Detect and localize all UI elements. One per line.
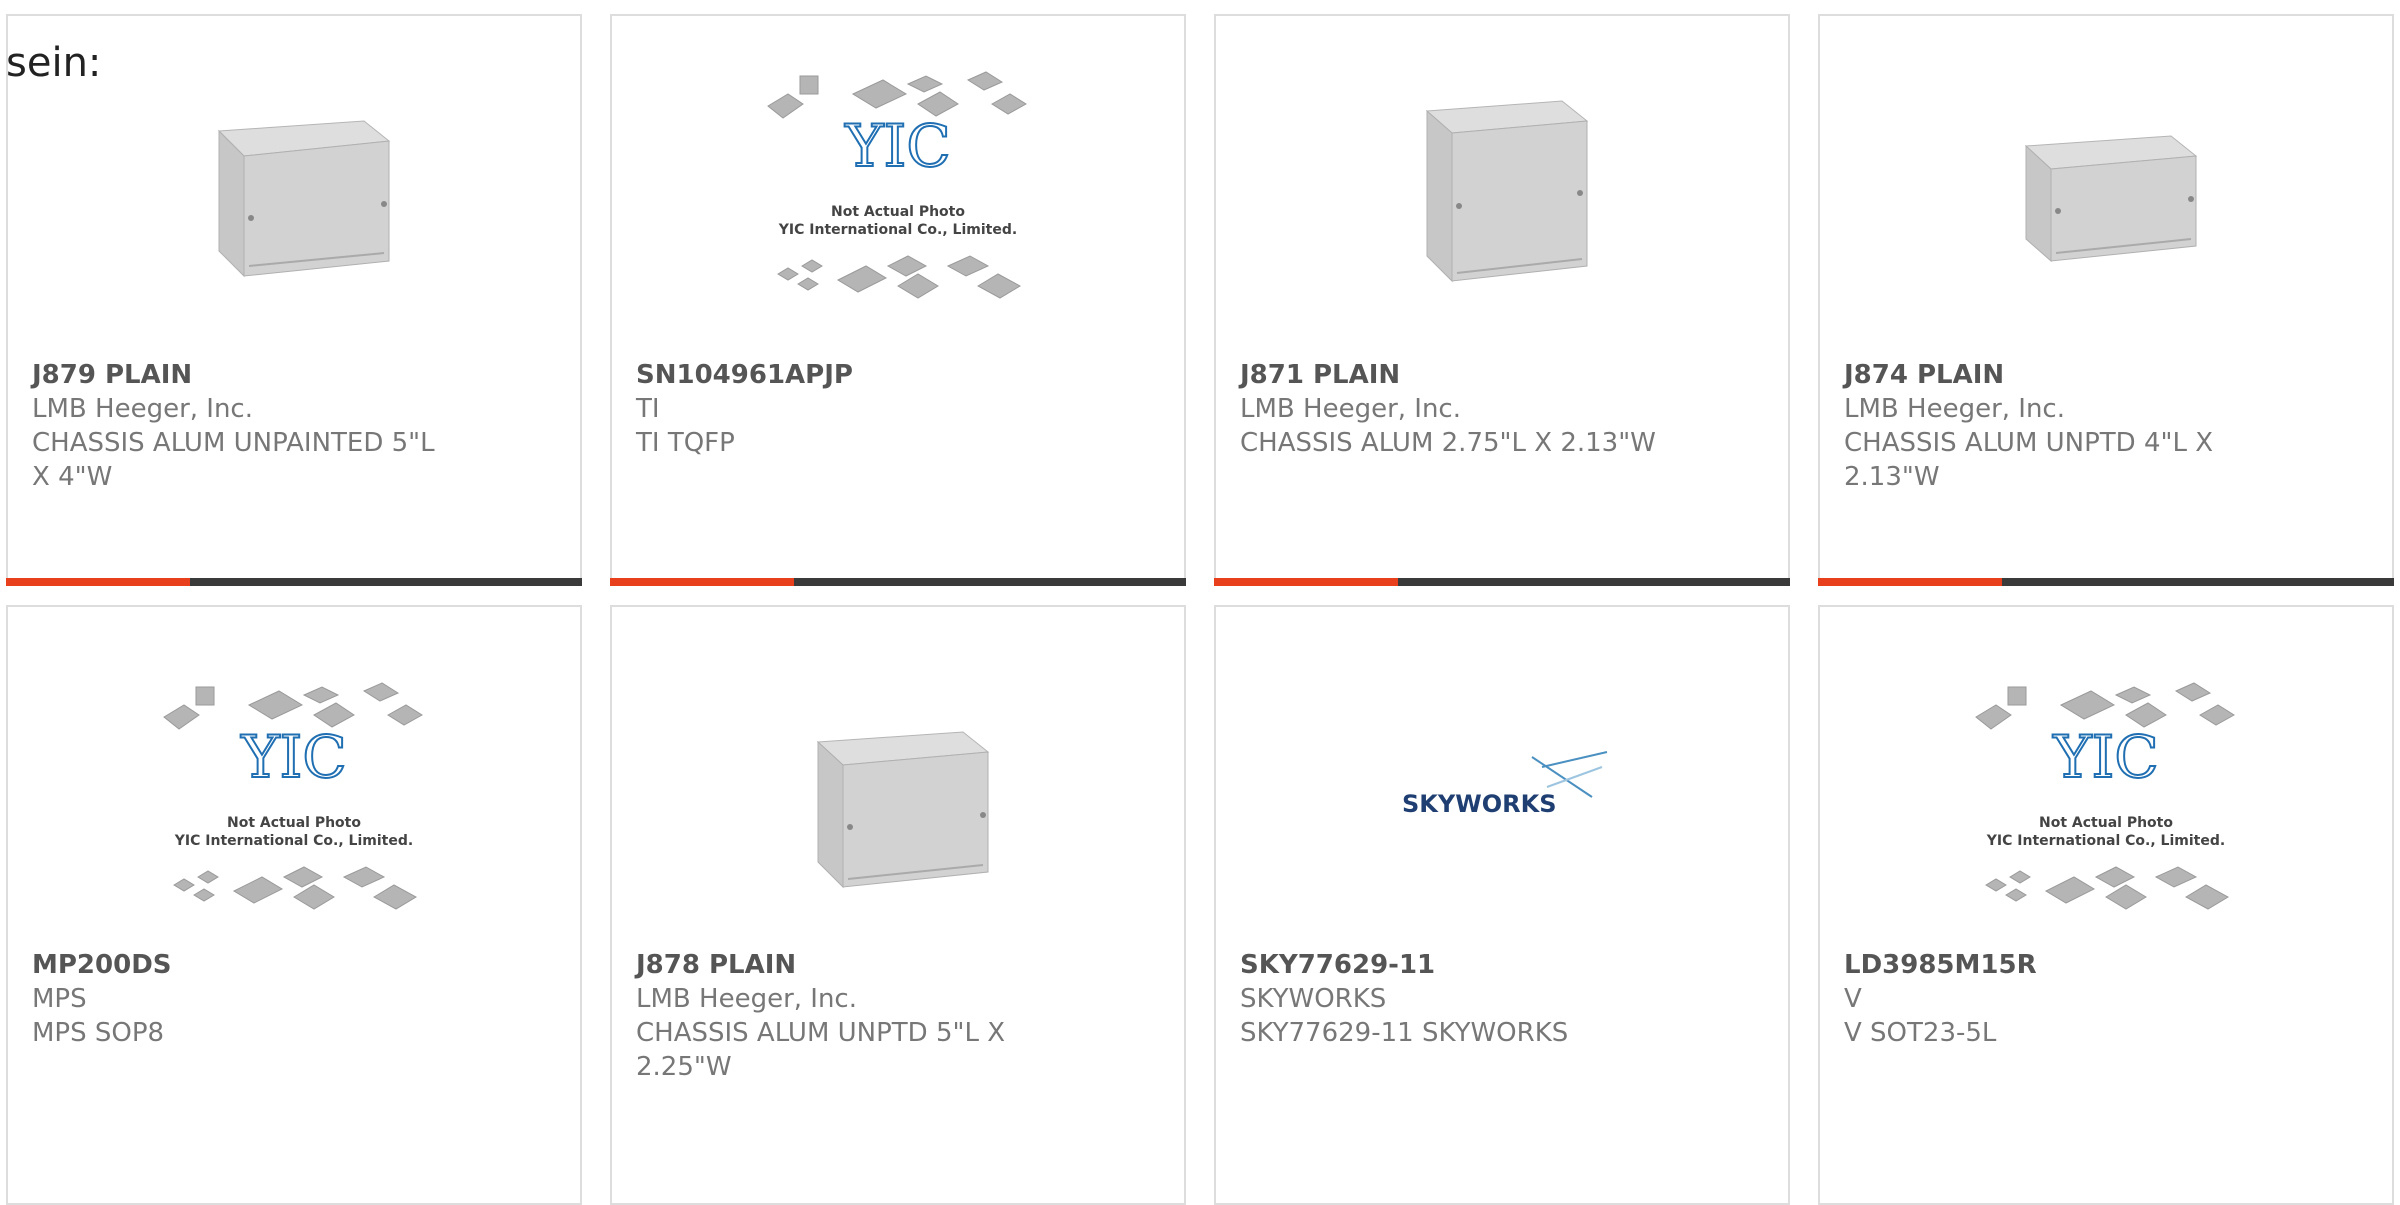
product-image[interactable]: SKYWORKS <box>1216 687 1788 907</box>
part-number[interactable]: J871 PLAIN <box>1240 358 1660 392</box>
svg-text:Not Actual Photo: Not Actual Photo <box>831 204 965 220</box>
card-accent-bar <box>610 578 1186 586</box>
product-image[interactable] <box>1216 76 1788 296</box>
intro-text: sein: <box>6 40 102 86</box>
svg-text:YIC International Co., Limited: YIC International Co., Limited. <box>1986 833 2225 849</box>
svg-text:Not Actual Photo: Not Actual Photo <box>227 815 361 831</box>
yic-logo-text: YIC <box>844 112 951 180</box>
part-number[interactable]: SN104961APJP <box>636 358 1056 392</box>
card-accent-bar <box>1818 578 2394 586</box>
manufacturer: SKYWORKS <box>1240 984 1387 1014</box>
chassis-box-image <box>2024 135 2198 263</box>
card-accent-bar <box>1214 578 1790 586</box>
chassis-box-image <box>217 120 391 278</box>
description: SKY77629-11 SKYWORKS <box>1240 1018 1569 1048</box>
description: V SOT23-5L <box>1844 1018 1997 1048</box>
chassis-box-image <box>1425 100 1589 283</box>
part-number[interactable]: J878 PLAIN <box>636 948 1056 982</box>
product-card[interactable]: J879 PLAIN LMB Heeger, Inc. CHASSIS ALUM… <box>6 14 582 586</box>
part-number[interactable]: J879 PLAIN <box>32 358 452 392</box>
svg-text:Not Actual Photo: Not Actual Photo <box>2039 815 2173 831</box>
manufacturer: LMB Heeger, Inc. <box>1240 394 1461 424</box>
manufacturer: LMB Heeger, Inc. <box>1844 394 2065 424</box>
yic-placeholder-image: YIC Not Actual Photo YIC International C… <box>163 682 423 910</box>
manufacturer: MPS <box>32 984 87 1014</box>
description: CHASSIS ALUM 2.75"L X 2.13"W <box>1240 428 1656 458</box>
skyworks-logo: SKYWORKS <box>1402 751 1608 818</box>
description: TI TQFP <box>636 428 735 458</box>
description: CHASSIS ALUM UNPTD 5"L X 2.25"W <box>636 1018 1006 1082</box>
manufacturer: LMB Heeger, Inc. <box>636 984 857 1014</box>
part-number[interactable]: MP200DS <box>32 948 452 982</box>
yic-placeholder-image: YIC Not Actual Photo YIC International C… <box>1975 682 2235 910</box>
description: CHASSIS ALUM UNPAINTED 5"L X 4"W <box>32 428 435 492</box>
chassis-box-image <box>816 731 990 889</box>
description: MPS SOP8 <box>32 1018 165 1048</box>
product-card[interactable]: SKYWORKS SKY77629-11 SKYWORKS SKY77629-1… <box>1214 605 1790 1205</box>
yic-placeholder-image: YIC Not Actual Photo YIC International C… <box>767 71 1027 299</box>
product-image[interactable]: YIC Not Actual Photo YIC International C… <box>1820 682 2392 910</box>
svg-text:YIC International Co., Limited: YIC International Co., Limited. <box>174 833 413 849</box>
product-card[interactable]: J878 PLAIN LMB Heeger, Inc. CHASSIS ALUM… <box>610 605 1186 1205</box>
product-card[interactable]: YIC Not Actual Photo YIC International C… <box>610 14 1186 586</box>
part-number[interactable]: SKY77629-11 <box>1240 948 1660 982</box>
product-image[interactable] <box>8 76 580 296</box>
product-image[interactable]: YIC Not Actual Photo YIC International C… <box>612 71 1184 299</box>
manufacturer: TI <box>636 394 660 424</box>
product-card[interactable]: J874 PLAIN LMB Heeger, Inc. CHASSIS ALUM… <box>1818 14 2394 586</box>
part-number[interactable]: LD3985M15R <box>1844 948 2264 982</box>
product-image[interactable] <box>1820 76 2392 296</box>
product-image[interactable]: YIC Not Actual Photo YIC International C… <box>8 682 580 910</box>
product-card[interactable]: J871 PLAIN LMB Heeger, Inc. CHASSIS ALUM… <box>1214 14 1790 586</box>
skyworks-logo-text: SKYWORKS <box>1402 790 1557 818</box>
product-card[interactable]: YIC Not Actual Photo YIC International C… <box>6 605 582 1205</box>
yic-logo-text: YIC <box>240 723 347 791</box>
part-number[interactable]: J874 PLAIN <box>1844 358 2264 392</box>
product-card[interactable]: YIC Not Actual Photo YIC International C… <box>1818 605 2394 1205</box>
svg-text:YIC International Co., Limited: YIC International Co., Limited. <box>778 222 1017 238</box>
manufacturer: LMB Heeger, Inc. <box>32 394 253 424</box>
card-accent-bar <box>6 578 582 586</box>
manufacturer: V <box>1844 984 1862 1014</box>
product-image[interactable] <box>612 687 1184 907</box>
yic-logo-text: YIC <box>2052 723 2159 791</box>
description: CHASSIS ALUM UNPTD 4"L X 2.13"W <box>1844 428 2214 492</box>
